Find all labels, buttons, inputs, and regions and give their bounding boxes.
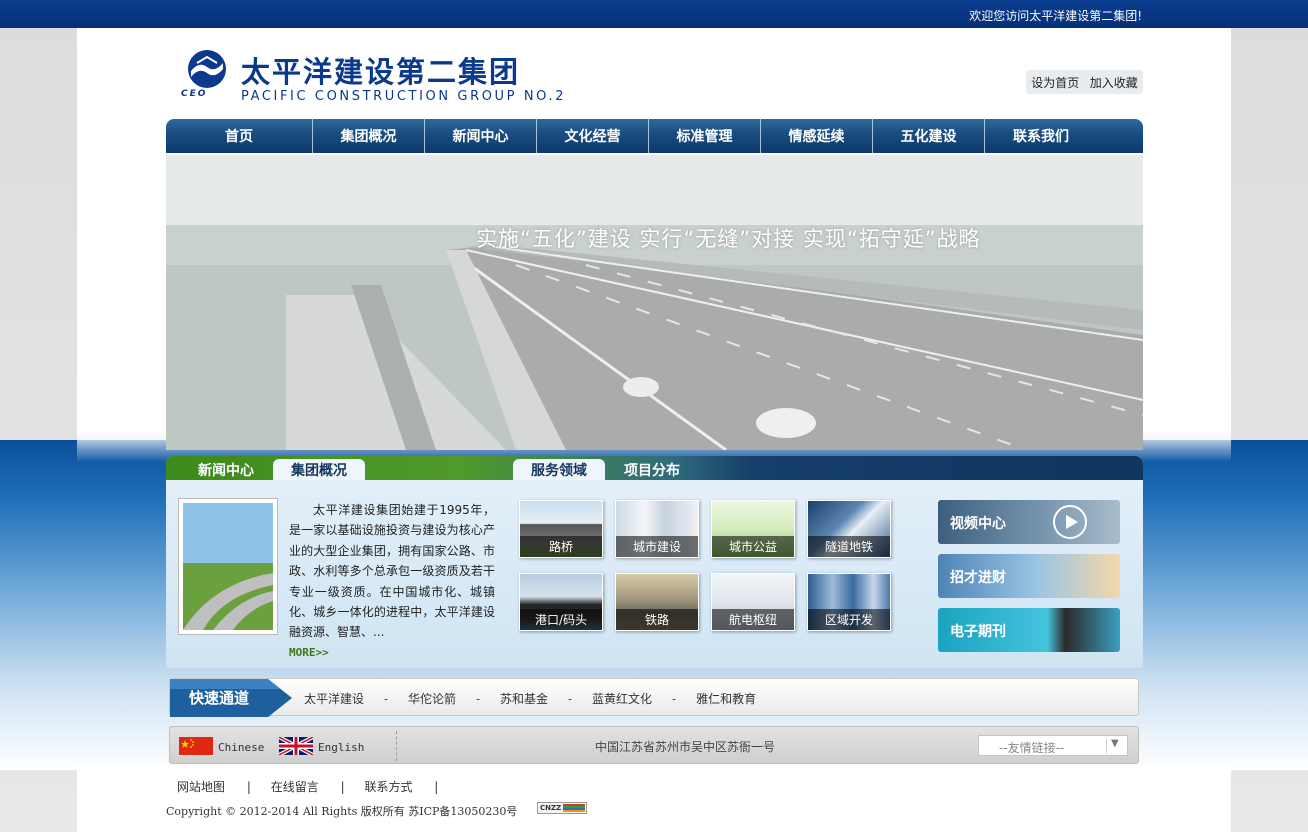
- service-label: 港口/码头: [520, 609, 602, 630]
- quick-link-separator: -: [475, 692, 481, 706]
- tab-project-distribution[interactable]: 项目分布: [616, 459, 688, 480]
- header-links: 设为首页 加入收藏: [1026, 70, 1143, 94]
- tab-service-areas[interactable]: 服务领域: [513, 459, 605, 480]
- nav-item-contact[interactable]: 联系我们: [985, 119, 1097, 153]
- logo-emblem-icon: [188, 50, 226, 88]
- welcome-text: 欢迎您访问太平洋建设第二集团!: [969, 9, 1142, 23]
- video-center-label: 视频中心: [950, 516, 1006, 532]
- nav-item-culture[interactable]: 文化经营: [537, 119, 649, 153]
- quick-link[interactable]: 蓝黄红文化: [592, 692, 652, 706]
- service-label: 航电枢纽: [712, 609, 794, 630]
- footer-separator: |: [434, 780, 439, 794]
- play-icon: [1053, 505, 1087, 539]
- tab-news-center[interactable]: 新闻中心: [190, 459, 262, 480]
- service-label: 路桥: [520, 536, 602, 557]
- service-railway[interactable]: 铁路: [615, 573, 699, 631]
- select-divider: [1106, 739, 1107, 753]
- add-favorite-link[interactable]: 加入收藏: [1090, 74, 1138, 91]
- footer-separator: |: [246, 780, 251, 794]
- service-urban-welfare[interactable]: 城市公益: [711, 500, 795, 558]
- hero-banner: 实施“五化”建设 实行“无缝”对接 实现“拓守延”战略: [166, 155, 1143, 450]
- service-label: 铁路: [616, 609, 698, 630]
- top-bar: 欢迎您访问太平洋建设第二集团!: [0, 0, 1308, 28]
- quick-link-separator: -: [671, 692, 677, 706]
- quick-link-separator: -: [383, 692, 389, 706]
- logo-ceo-text: CEO: [181, 89, 208, 99]
- service-urban-construction[interactable]: 城市建设: [615, 500, 699, 558]
- company-address: 中国江苏省苏州市吴中区苏衙一号: [595, 740, 776, 754]
- footer-links: 网站地图 | 在线留言 | 联系方式 |: [177, 778, 454, 795]
- language-bar: Chinese English 中国江苏省苏州市吴中区苏衙一号 --友情链接--…: [169, 726, 1139, 764]
- copyright-text: Copyright © 2012-2014 All Rights 版权所有 苏I…: [166, 805, 518, 818]
- quick-link[interactable]: 苏和基金: [500, 692, 548, 706]
- service-label: 区域开发: [808, 609, 890, 630]
- service-label: 城市公益: [712, 536, 794, 557]
- e-journal-button[interactable]: 电子期刊: [938, 608, 1120, 652]
- language-divider: [396, 731, 397, 761]
- logo-english-name: PACIFIC CONSTRUCTION GROUP NO.2: [241, 89, 567, 104]
- quick-link[interactable]: 太平洋建设: [304, 692, 364, 706]
- highway-illustration: [166, 155, 1143, 450]
- service-regional-development[interactable]: 区域开发: [807, 573, 891, 631]
- nav-item-group-overview[interactable]: 集团概况: [313, 119, 425, 153]
- quick-title: 快速通道: [170, 679, 292, 717]
- quick-link[interactable]: 华佗论箭: [408, 692, 456, 706]
- nav-item-news[interactable]: 新闻中心: [425, 119, 537, 153]
- service-port-dock[interactable]: 港口/码头: [519, 573, 603, 631]
- quick-link[interactable]: 雅仁和教育: [696, 692, 756, 706]
- banner-slogan: 实施“五化”建设 实行“无缝”对接 实现“拓守延”战略: [476, 227, 981, 251]
- service-label: 隧道地铁: [808, 536, 890, 557]
- uk-flag-icon[interactable]: [279, 737, 313, 755]
- nav-item-standards[interactable]: 标准管理: [649, 119, 761, 153]
- recruitment-label: 招才进财: [950, 570, 1006, 586]
- quick-title-label: 快速通道: [189, 689, 250, 707]
- about-photo[interactable]: [178, 498, 278, 635]
- panel-tab-bar: 新闻中心 集团概况 服务领域 项目分布: [166, 456, 1143, 480]
- footer-link-message[interactable]: 在线留言: [271, 780, 319, 794]
- footer-link-sitemap[interactable]: 网站地图: [177, 780, 225, 794]
- service-hydro-hub[interactable]: 航电枢纽: [711, 573, 795, 631]
- recruitment-button[interactable]: 招才进财: [938, 554, 1120, 598]
- friend-links-value: --友情链接--: [999, 741, 1065, 755]
- quick-links-list: 太平洋建设 - 华佗论箭 - 苏和基金 - 蓝黄红文化 - 雅仁和教育: [304, 690, 756, 707]
- quick-link-separator: -: [567, 692, 573, 706]
- english-link[interactable]: English: [318, 741, 364, 754]
- cnzz-bars-icon: [563, 804, 585, 812]
- video-center-button[interactable]: 视频中心: [938, 500, 1120, 544]
- chevron-down-icon: ▼: [1111, 738, 1119, 749]
- logo-chinese-name: 太平洋建设第二集团: [241, 55, 521, 89]
- chinese-link[interactable]: Chinese: [218, 741, 264, 754]
- content-panel: 新闻中心 集团概况 服务领域 项目分布 太平洋建设集团始建于1995年，是一家以…: [166, 456, 1143, 668]
- about-text: 太平洋建设集团始建于1995年，是一家以基础设施投资与建设为核心产业的大型企业集…: [289, 503, 495, 640]
- tab-group-overview[interactable]: 集团概况: [273, 459, 365, 480]
- logo[interactable]: CEO 太平洋建设第二集团 PACIFIC CONSTRUCTION GROUP…: [181, 49, 576, 107]
- china-flag-icon[interactable]: [179, 737, 213, 755]
- more-link[interactable]: MORE>>: [289, 646, 329, 659]
- footer-link-contact[interactable]: 联系方式: [364, 780, 412, 794]
- page-footer-area: [77, 766, 1231, 832]
- highway-photo: [183, 503, 273, 630]
- nav-item-five-construction[interactable]: 五化建设: [873, 119, 985, 153]
- service-roads-bridges[interactable]: 路桥: [519, 500, 603, 558]
- quick-links-bar: 快速通道 太平洋建设 - 华佗论箭 - 苏和基金 - 蓝黄红文化 - 雅仁和教育: [169, 678, 1139, 717]
- main-nav: 首页 集团概况 新闻中心 文化经营 标准管理 情感延续 五化建设 联系我们: [166, 119, 1143, 153]
- e-journal-label: 电子期刊: [950, 624, 1006, 640]
- service-tunnel-metro[interactable]: 隧道地铁: [807, 500, 891, 558]
- friend-links-select[interactable]: --友情链接-- ▼: [978, 735, 1128, 756]
- cnzz-label: CNZZ: [540, 804, 562, 812]
- service-label: 城市建设: [616, 536, 698, 557]
- nav-item-home[interactable]: 首页: [166, 119, 313, 153]
- nav-item-emotion[interactable]: 情感延续: [761, 119, 873, 153]
- set-homepage-link[interactable]: 设为首页: [1031, 74, 1079, 91]
- cnzz-badge[interactable]: CNZZ: [537, 802, 587, 814]
- footer-separator: |: [340, 780, 345, 794]
